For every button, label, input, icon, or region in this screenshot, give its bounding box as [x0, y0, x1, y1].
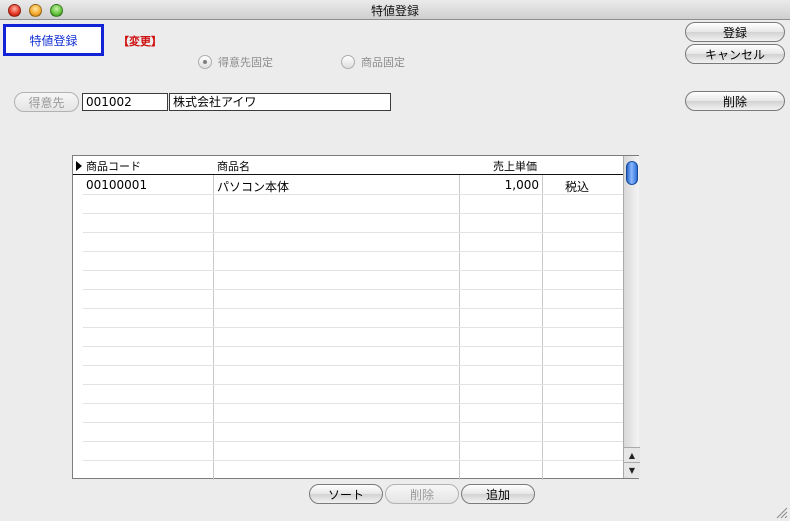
delete-customer-button[interactable]: 削除 [685, 91, 785, 111]
window-title: 特値登録 [370, 4, 419, 18]
scroll-up-arrow-icon[interactable]: ▲ [624, 447, 640, 462]
status-label: 【変更】 [118, 35, 162, 48]
customer-code-field[interactable]: 001002 [82, 93, 168, 111]
row-divider [83, 346, 623, 347]
cell-product-name[interactable]: パソコン本体 [217, 178, 289, 195]
title-bar: 特値登録 [0, 0, 790, 20]
row-divider [83, 251, 623, 252]
row-indicator-icon [76, 161, 82, 171]
row-divider [83, 289, 623, 290]
product-table[interactable]: 商品コード 商品名 売上単価 00100001 パソコン本体 1,000 税込 … [72, 155, 640, 480]
add-row-button[interactable]: 追加 [461, 484, 535, 504]
customer-name-field[interactable]: 株式会社アイワ [169, 93, 391, 111]
delete-row-button[interactable]: 削除 [385, 484, 459, 504]
resize-grip-icon[interactable] [776, 507, 788, 519]
radio-product-fixed[interactable]: 商品固定 [341, 54, 405, 70]
radio-dot-icon [198, 55, 212, 69]
row-divider [83, 441, 623, 442]
cancel-button[interactable]: キャンセル [685, 44, 785, 64]
row-divider [83, 460, 623, 461]
row-divider [83, 365, 623, 366]
row-divider [83, 327, 623, 328]
mode-label-box: 特値登録 [3, 24, 104, 56]
radio-dot-icon [341, 55, 355, 69]
row-divider [83, 232, 623, 233]
scroll-thumb[interactable] [626, 161, 638, 185]
cell-tax-type[interactable]: 税込 [565, 178, 589, 195]
sort-button[interactable]: ソート [309, 484, 383, 504]
scroll-down-arrow-icon[interactable]: ▼ [624, 462, 640, 477]
radio-customer-fixed[interactable]: 得意先固定 [198, 54, 273, 70]
radio-label: 得意先固定 [218, 56, 273, 69]
row-divider [83, 422, 623, 423]
row-divider [83, 194, 623, 195]
row-divider [83, 270, 623, 271]
row-divider [83, 308, 623, 309]
column-header-price: 売上単価 [493, 160, 537, 173]
cell-unit-price[interactable]: 1,000 [493, 178, 539, 192]
cell-product-code[interactable]: 00100001 [86, 178, 147, 192]
column-header-name: 商品名 [217, 160, 250, 173]
app-window: 特値登録 特値登録 【変更】 得意先固定 商品固定 得意先 001002 株式会… [0, 0, 790, 521]
radio-label: 商品固定 [361, 56, 405, 69]
table-scrollbar[interactable]: ▲ ▼ [623, 156, 640, 478]
table-header: 商品コード 商品名 売上単価 [73, 156, 623, 175]
row-divider [83, 384, 623, 385]
row-divider [83, 403, 623, 404]
register-button[interactable]: 登録 [685, 22, 785, 42]
customer-lookup-button[interactable]: 得意先 [14, 92, 79, 112]
column-header-code: 商品コード [86, 160, 141, 173]
row-divider [83, 213, 623, 214]
